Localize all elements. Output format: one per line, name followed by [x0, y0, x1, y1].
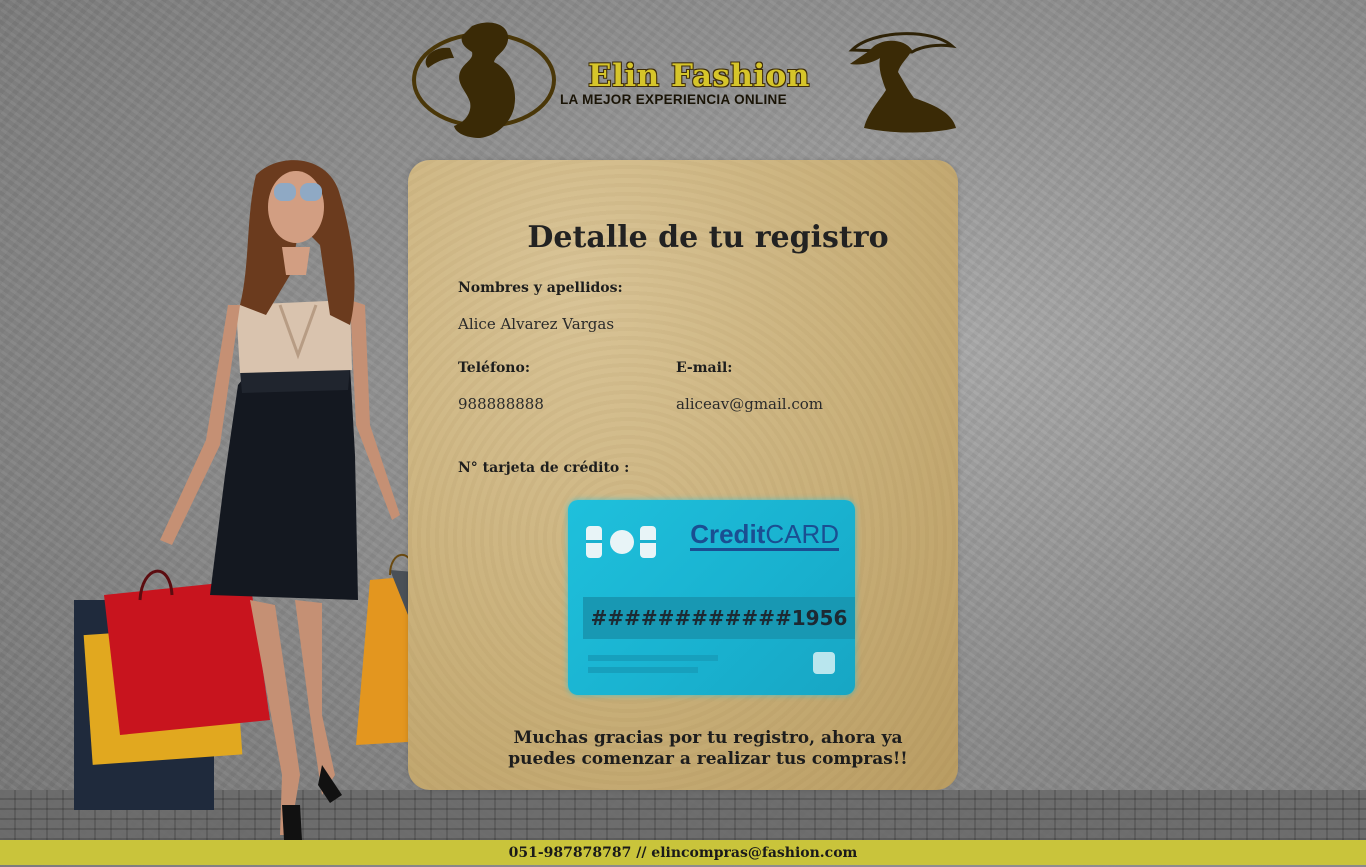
card-chip-icon — [586, 526, 656, 558]
hat-woman-silhouette-icon — [848, 32, 957, 133]
card-hologram-icon — [813, 652, 835, 674]
card-stripes-icon — [588, 655, 718, 673]
footer-contact: 051-987878787 // elincompras@fashion.com — [0, 840, 1366, 865]
name-value: Alice Alvarez Vargas — [458, 315, 615, 333]
credit-card-image: CreditCARD ############1956 — [568, 500, 855, 695]
brand-tagline: LA MEJOR EXPERIENCIA ONLINE — [560, 92, 787, 107]
site-logo: Elin Fashion LA MEJOR EXPERIENCIA ONLINE — [410, 18, 960, 143]
woman-silhouette-icon — [412, 22, 556, 138]
page-title: Detalle de tu registro — [527, 220, 889, 255]
phone-value: 988888888 — [458, 395, 544, 413]
thanks-message: Muchas gracias por tu registro, ahora ya… — [508, 728, 908, 769]
credit-card-label: N° tarjeta de crédito : — [458, 460, 630, 476]
red-bag-icon — [104, 580, 270, 735]
email-value: aliceav@gmail.com — [676, 395, 824, 413]
card-number: ############1956 — [590, 606, 848, 630]
phone-label: Teléfono: — [458, 360, 530, 376]
brand-name: Elin Fashion — [588, 58, 810, 94]
card-brand-label: CreditCARD — [690, 519, 839, 551]
email-label: E-mail: — [676, 360, 733, 376]
registration-detail-card: Detalle de tu registro Nombres y apellid… — [408, 160, 958, 790]
name-label: Nombres y apellidos: — [458, 280, 623, 296]
